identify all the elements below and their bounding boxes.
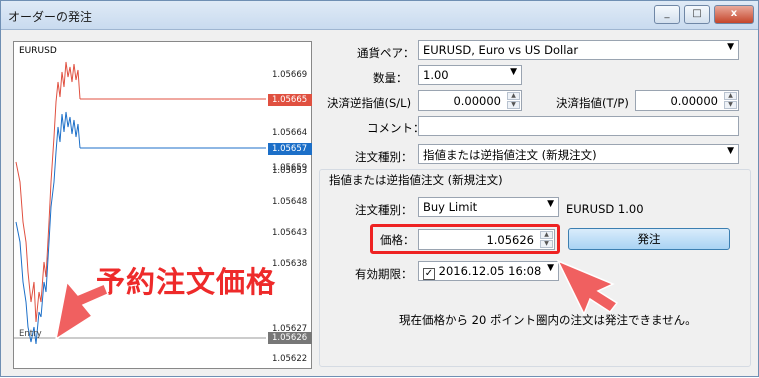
entry-price-tag: 1.05626: [268, 332, 312, 344]
order-type-value: 指値または逆指値注文 (新規注文): [423, 148, 597, 162]
stop-loss-label: 決済逆指値(S/L): [327, 96, 412, 110]
symbol-value: EURUSD, Euro vs US Dollar: [423, 43, 579, 57]
warning-message: 現在価格から 20 ポイント圏内の注文は発注できません。: [399, 313, 697, 327]
price-value: 1.05626: [486, 233, 534, 247]
price-tick: 1.05638: [272, 259, 308, 269]
pending-type-label: 注文種別：: [355, 203, 413, 217]
expiry-label: 有効期限：: [355, 267, 413, 281]
chevron-down-icon: ▼: [727, 146, 734, 156]
entry-label: Entry: [19, 329, 42, 339]
place-order-button[interactable]: 発注: [568, 228, 730, 250]
chevron-down-icon: ▼: [547, 263, 554, 273]
order-type-label: 注文種別：: [355, 150, 413, 164]
spin-up-icon[interactable]: ▲: [724, 92, 737, 100]
take-profit-value: 0.00000: [670, 94, 718, 108]
pending-type-value: Buy Limit: [423, 200, 478, 214]
price-tick: 1.05622: [272, 354, 308, 364]
order-type-select[interactable]: 指値または逆指値注文 (新規注文) ▼: [418, 144, 739, 164]
order-dialog: オーダーの発注 _ □ x EURUSD 1.05669 1.05664 1.0…: [0, 0, 759, 377]
volume-select[interactable]: 1.00 ▼: [418, 65, 522, 85]
volume-value: 1.00: [423, 68, 449, 82]
take-profit-label: 決済指値(T/P): [556, 96, 629, 110]
comment-input[interactable]: [418, 116, 739, 136]
spin-up-icon[interactable]: ▲: [540, 231, 553, 239]
bid-price-tag: 1.05657: [268, 143, 312, 155]
pending-type-select[interactable]: Buy Limit ▼: [418, 197, 559, 217]
ask-price-tag: 1.05665: [268, 94, 312, 106]
minimize-button[interactable]: _: [654, 5, 680, 24]
take-profit-input[interactable]: 0.00000 ▲ ▼: [635, 90, 739, 111]
chart-plot: [14, 61, 266, 345]
maximize-button[interactable]: □: [684, 5, 710, 24]
close-button[interactable]: x: [714, 5, 754, 24]
price-tick: 1.05664: [272, 128, 308, 138]
bid-price-line: [15, 111, 81, 345]
expiry-checkbox[interactable]: ✓: [423, 268, 435, 280]
tick-chart: EURUSD 1.05669 1.05664 1.05659 1.05653 1…: [13, 41, 312, 369]
expiry-value: 2016.12.05 16:08: [438, 264, 542, 278]
title-bar: オーダーの発注 _ □ x: [1, 1, 758, 30]
price-input[interactable]: 1.05626 ▲ ▼: [418, 229, 555, 250]
symbol-label: 通貨ペア：: [357, 46, 415, 60]
stop-loss-input[interactable]: 0.00000 ▲ ▼: [418, 90, 522, 111]
spin-down-icon[interactable]: ▼: [724, 101, 737, 109]
price-tick: 1.05643: [272, 228, 308, 238]
expiry-datetime[interactable]: ✓ 2016.12.05 16:08 ▼: [418, 261, 559, 281]
price-tick: 1.05669: [272, 70, 308, 80]
annotation-label: 予約注文価格: [96, 265, 277, 299]
ask-price-line: [15, 61, 81, 323]
chevron-down-icon: ▼: [510, 67, 517, 77]
chevron-down-icon: ▼: [727, 42, 734, 52]
symbol-select[interactable]: EURUSD, Euro vs US Dollar ▼: [418, 40, 739, 60]
comment-label: コメント：: [367, 121, 425, 135]
chevron-down-icon: ▼: [547, 199, 554, 209]
price-tick: 1.05648: [272, 197, 308, 207]
spin-down-icon[interactable]: ▼: [540, 240, 553, 248]
pending-symbol-info: EURUSD 1.00: [566, 202, 644, 216]
volume-label: 数量：: [373, 71, 408, 85]
stop-loss-value: 0.00000: [453, 94, 501, 108]
spin-down-icon[interactable]: ▼: [507, 101, 520, 109]
spin-up-icon[interactable]: ▲: [507, 92, 520, 100]
price-tick: 1.05653: [272, 166, 308, 176]
price-label: 価格：: [380, 233, 415, 247]
window-title: オーダーの発注: [8, 10, 93, 24]
pending-group-title: 指値または逆指値注文 (新規注文): [327, 172, 505, 188]
